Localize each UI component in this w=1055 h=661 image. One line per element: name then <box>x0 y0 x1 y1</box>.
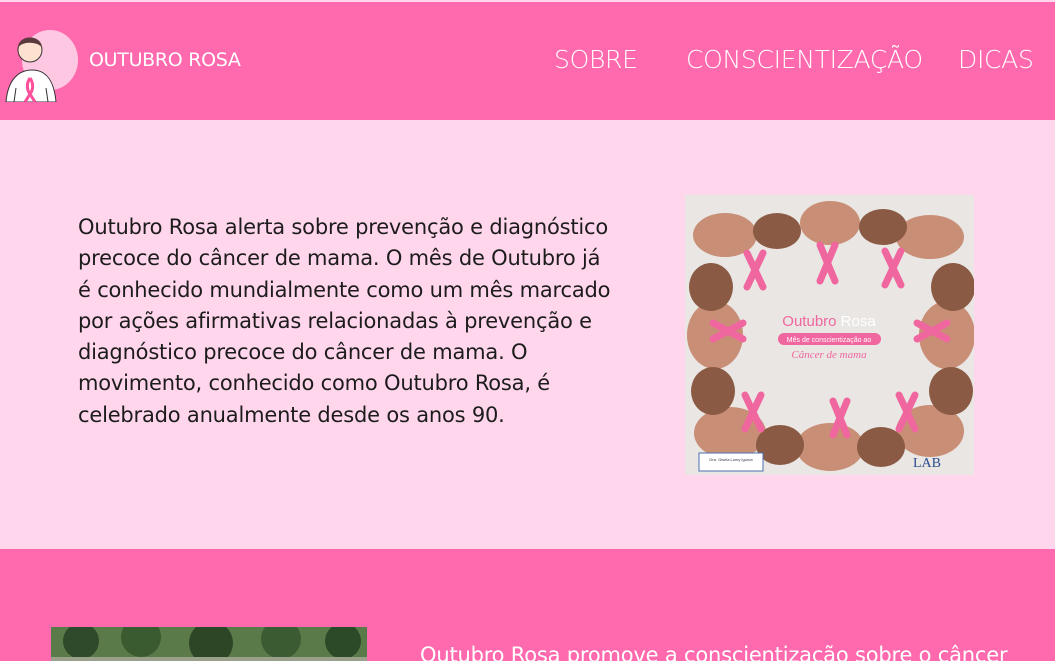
campaign-image: Outubro Rosa Mês de conscientização ao C… <box>685 195 974 475</box>
campaign-credit: Dra. Gisela Lumy Iguma <box>709 457 753 462</box>
awareness-heading: Outubro Rosa promove a conscientização s… <box>420 643 1008 661</box>
lab-logo: LAB <box>913 456 941 471</box>
campaign-tagline: Câncer de mama <box>791 349 867 361</box>
intro-paragraph: Outubro Rosa alerta sobre prevenção e di… <box>78 215 611 427</box>
nav-link-conscientizacao[interactable]: CONSCIENTIZAÇÃO <box>686 45 923 74</box>
brand-title[interactable]: OUTUBRO ROSA <box>89 49 241 71</box>
hands-with-ribbons-illustration: Outubro Rosa Mês de conscientização ao C… <box>685 195 974 475</box>
woman-with-pink-ribbon-icon[interactable] <box>0 26 80 102</box>
nav-link-dicas[interactable]: DICAS <box>958 45 1034 74</box>
nav-link-sobre[interactable]: SOBRE <box>554 45 638 74</box>
intro-section: Outubro Rosa alerta sobre prevenção e di… <box>0 120 1055 549</box>
awareness-section: Outubro Rosa promove a conscientização s… <box>0 549 1055 661</box>
campaign-subtitle: Mês de conscientização ao <box>787 337 872 344</box>
top-nav-bar: OUTUBRO ROSA SOBRE CONSCIENTIZAÇÃO DICAS <box>0 2 1055 120</box>
outdoor-photo <box>51 627 367 661</box>
campaign-title: Outubro Rosa <box>782 313 876 330</box>
